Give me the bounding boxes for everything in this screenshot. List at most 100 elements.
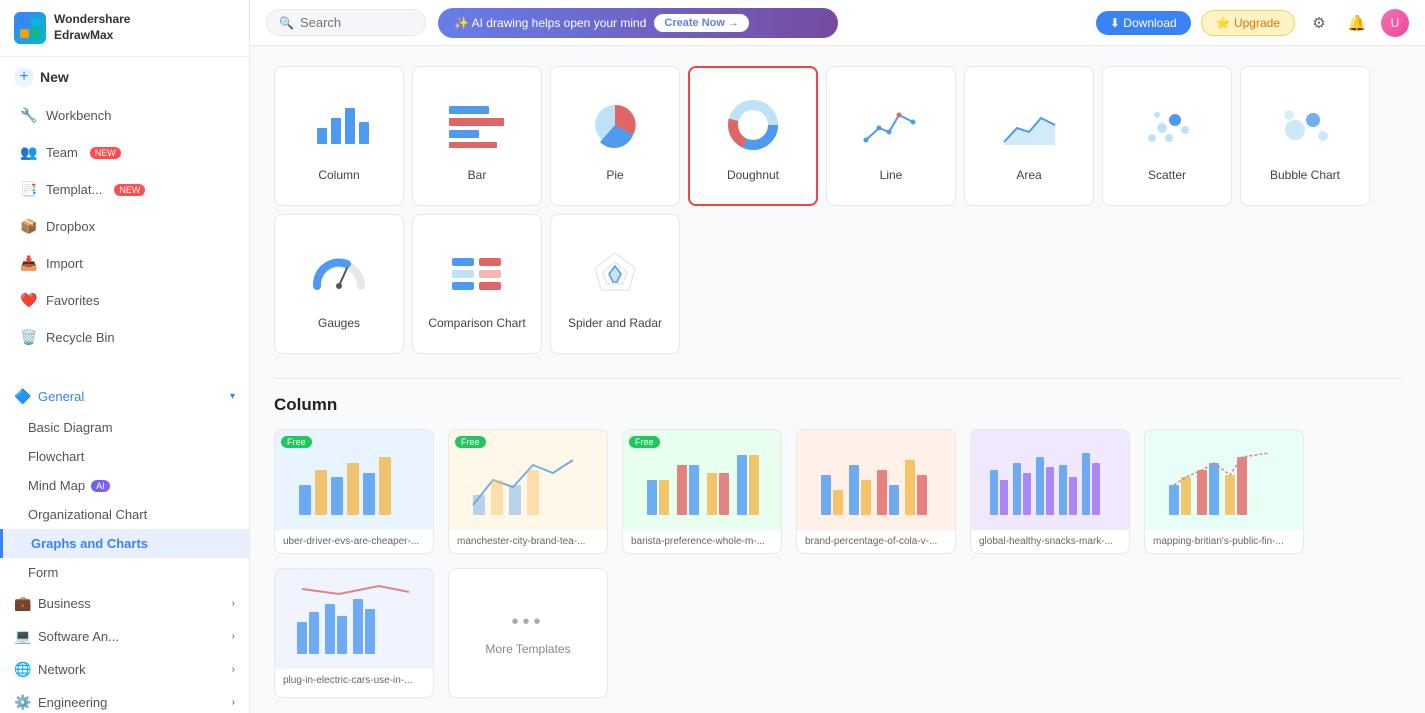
general-icon: 🔷 (14, 388, 32, 405)
template-thumb-1: Free (275, 430, 433, 530)
network-chevron-icon: › (232, 664, 235, 675)
sidebar-item-favorites[interactable]: ❤️ Favorites (6, 283, 243, 318)
nav-form[interactable]: Form (0, 558, 249, 587)
workbench-label: Workbench (46, 108, 112, 123)
column-chart-icon (304, 90, 374, 160)
doughnut-label: Doughnut (727, 168, 779, 182)
template-thumb-3: Free (623, 430, 781, 530)
chart-type-comparison[interactable]: Comparison Chart (412, 214, 542, 354)
nav-org-chart[interactable]: Organizational Chart (0, 500, 249, 529)
chart-type-line[interactable]: Line (826, 66, 956, 206)
download-button[interactable]: ⬇ Download (1096, 11, 1191, 35)
ai-create-now-button[interactable]: Create Now → (654, 14, 749, 32)
nav-basic-diagram[interactable]: Basic Diagram (0, 413, 249, 442)
workbench-icon: 🔧 (20, 107, 38, 124)
sidebar-item-import[interactable]: 📥 Import (6, 246, 243, 281)
nav-mind-map[interactable]: Mind Map AI (0, 471, 249, 500)
scatter-chart-icon (1132, 90, 1202, 160)
template-card-2[interactable]: Free manchester-city-brand-tea-... (448, 429, 608, 554)
new-section: + New (0, 57, 249, 97)
nav-software[interactable]: 💻 Software An... › (0, 620, 249, 653)
team-badge: NEW (90, 147, 121, 159)
nav-general[interactable]: 🔷 General ▾ (0, 380, 249, 413)
chart-type-area[interactable]: Area (964, 66, 1094, 206)
nav-flowchart[interactable]: Flowchart (0, 442, 249, 471)
engineering-chevron-icon: › (232, 697, 235, 708)
business-label: Business (38, 596, 91, 611)
template-name-6: mapping-britian's-public-fin-... (1145, 530, 1303, 553)
header: 🔍 ✨ AI drawing helps open your mind Crea… (250, 0, 1425, 46)
avatar[interactable]: U (1381, 9, 1409, 37)
template-name-2: manchester-city-brand-tea-... (449, 530, 607, 553)
chart-type-bubble[interactable]: Bubble Chart (1240, 66, 1370, 206)
template-name-3: barista-preference-whole-m-... (623, 530, 781, 553)
templates-label: Templat... (46, 182, 102, 197)
sidebar-item-templates[interactable]: 📑 Templat... NEW (6, 172, 243, 207)
main-content: 🔍 ✨ AI drawing helps open your mind Crea… (250, 0, 1425, 713)
software-icon: 💻 (14, 628, 32, 645)
import-icon: 📥 (20, 255, 38, 272)
chart-type-bar[interactable]: Bar (412, 66, 542, 206)
chevron-down-icon: ▾ (230, 391, 235, 402)
sidebar-item-dropbox[interactable]: 📦 Dropbox (6, 209, 243, 244)
new-button[interactable]: + New (14, 67, 69, 87)
search-input[interactable] (300, 15, 410, 30)
new-label: New (40, 69, 69, 85)
sidebar-item-recycle-bin[interactable]: 🗑️ Recycle Bin (6, 320, 243, 355)
chart-type-doughnut[interactable]: Doughnut (688, 66, 818, 206)
template-card-7[interactable]: plug-in-electric-cars-use-in-... (274, 568, 434, 698)
template-name-4: brand-percentage-of-cola-v-... (797, 530, 955, 553)
content-area: Column Bar (250, 46, 1425, 713)
bar-chart-icon (442, 90, 512, 160)
ai-badge: AI (91, 480, 110, 492)
template-card-4[interactable]: brand-percentage-of-cola-v-... (796, 429, 956, 554)
chart-type-spider[interactable]: Spider and Radar (550, 214, 680, 354)
template-thumb-5 (971, 430, 1129, 530)
team-icon: 👥 (20, 144, 38, 161)
template-card-1[interactable]: Free uber-driver-evs-are-cheaper-... (274, 429, 434, 554)
templates-grid: Free uber-driver-evs-are-cheaper-... Fre… (274, 429, 1401, 698)
template-card-6[interactable]: mapping-britian's-public-fin-... (1144, 429, 1304, 554)
sidebar-item-workbench[interactable]: 🔧 Workbench (6, 98, 243, 133)
area-chart-icon (994, 90, 1064, 160)
sidebar-item-team[interactable]: 👥 Team NEW (6, 135, 243, 170)
bubble-chart-icon (1270, 90, 1340, 160)
chart-type-pie[interactable]: Pie (550, 66, 680, 206)
column-label: Column (318, 168, 359, 182)
comparison-chart-icon (442, 238, 512, 308)
spider-chart-icon (580, 238, 650, 308)
pie-chart-icon (580, 90, 650, 160)
templates-icon: 📑 (20, 181, 38, 198)
more-templates-dots: ••• (511, 611, 544, 634)
nav-engineering[interactable]: ⚙️ Engineering › (0, 686, 249, 713)
gauges-chart-icon (304, 238, 374, 308)
nav-graphs-charts[interactable]: Graphs and Charts (0, 529, 249, 558)
chart-type-scatter[interactable]: Scatter (1102, 66, 1232, 206)
recycle-bin-icon: 🗑️ (20, 329, 38, 346)
spider-label: Spider and Radar (568, 316, 662, 330)
dropbox-icon: 📦 (20, 218, 38, 235)
more-templates-card[interactable]: ••• More Templates (448, 568, 608, 698)
more-templates-label: More Templates (485, 642, 570, 656)
nav-network[interactable]: 🌐 Network › (0, 653, 249, 686)
line-label: Line (880, 168, 903, 182)
team-label: Team (46, 145, 78, 160)
bar-label: Bar (468, 168, 487, 182)
ai-banner: ✨ AI drawing helps open your mind Create… (438, 8, 838, 38)
chart-type-gauges[interactable]: Gauges (274, 214, 404, 354)
bubble-label: Bubble Chart (1270, 168, 1340, 182)
general-label: General (38, 389, 84, 404)
favorites-icon: ❤️ (20, 292, 38, 309)
logo-icon (14, 12, 46, 44)
nav-business[interactable]: 💼 Business › (0, 587, 249, 620)
upgrade-button[interactable]: ⭐ Upgrade (1201, 10, 1295, 36)
template-card-3[interactable]: Free barista-preference-whole-m-... (622, 429, 782, 554)
settings-button[interactable]: ⚙ (1305, 9, 1333, 37)
search-box[interactable]: 🔍 (266, 9, 426, 36)
header-actions: ⬇ Download ⭐ Upgrade ⚙ 🔔 U (1096, 9, 1409, 37)
template-card-5[interactable]: global-healthy-snacks-mark-... (970, 429, 1130, 554)
notification-button[interactable]: 🔔 (1343, 9, 1371, 37)
software-chevron-icon: › (232, 631, 235, 642)
template-name-1: uber-driver-evs-are-cheaper-... (275, 530, 433, 553)
chart-type-column[interactable]: Column (274, 66, 404, 206)
